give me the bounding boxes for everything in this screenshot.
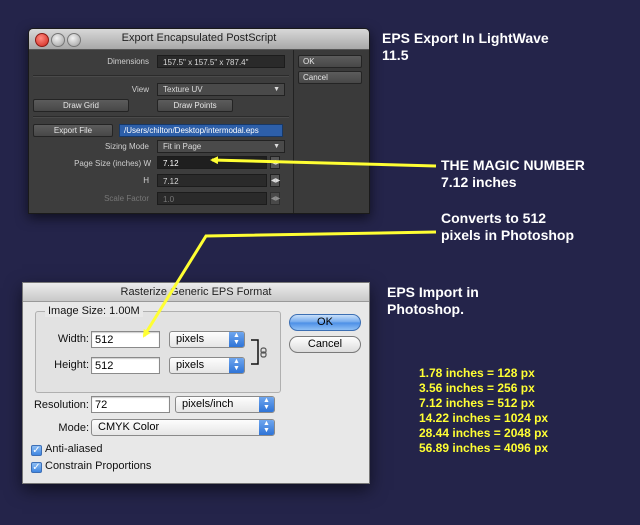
arrow-to-width-field	[142, 230, 437, 338]
annotation-arrows	[142, 156, 437, 338]
arrow-to-page-size	[210, 156, 437, 168]
